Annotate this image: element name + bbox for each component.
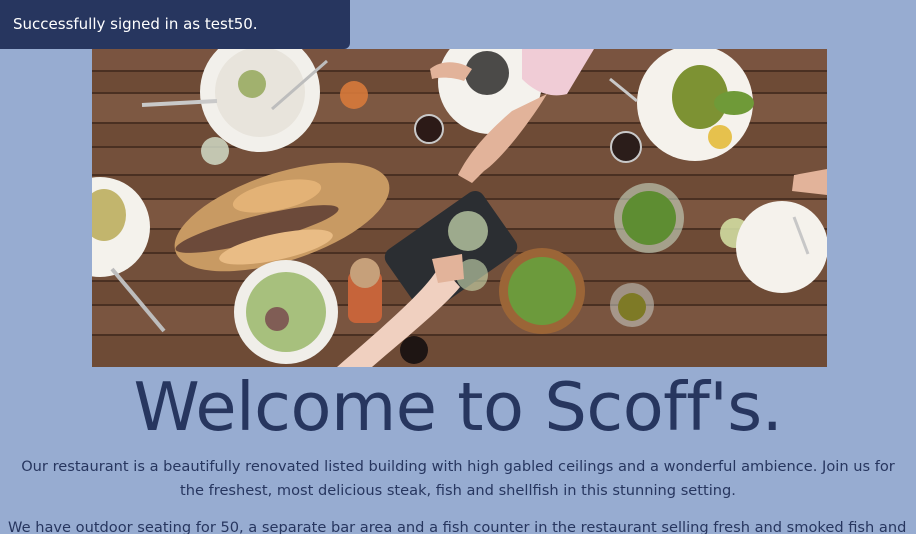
intro-paragraph: Our restaurant is a beautifully renovate…	[21, 458, 895, 499]
page: Successfully signed in as test50. Welcom…	[0, 0, 916, 534]
page-title: Welcome to Scoff's.	[133, 368, 783, 446]
signin-success-toast: Successfully signed in as test50.	[0, 0, 350, 49]
toast-message: Successfully signed in as test50.	[13, 15, 258, 33]
restaurant-table-photo	[92, 49, 827, 367]
hero-image	[92, 49, 827, 367]
seating-paragraph: We have outdoor seating for 50, a separa…	[8, 519, 908, 534]
